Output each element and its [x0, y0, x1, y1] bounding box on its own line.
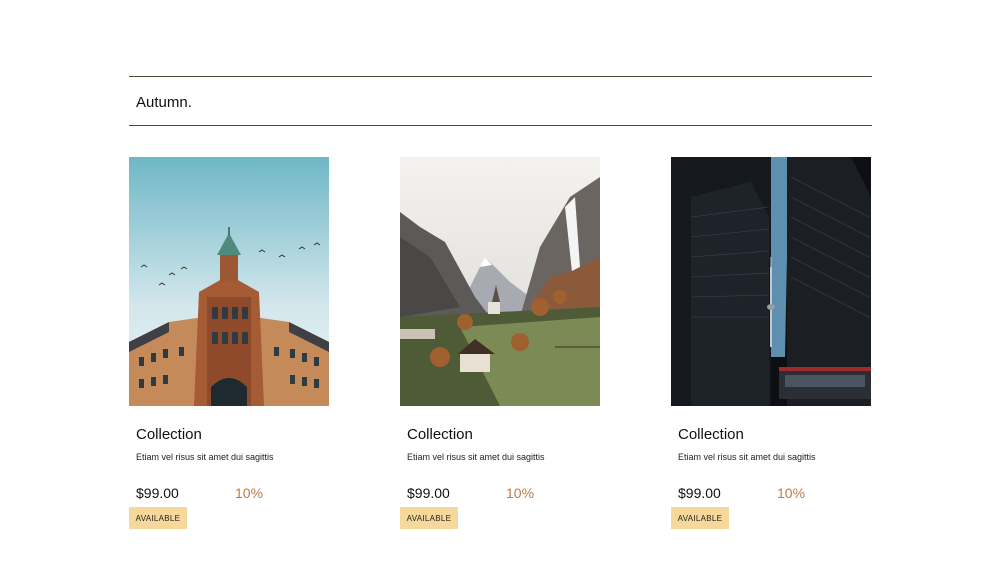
availability-badge: AVAILABLE: [400, 507, 458, 529]
building-photo[interactable]: [129, 157, 329, 406]
product-discount: 10%: [777, 485, 806, 501]
skyscrapers-photo[interactable]: [671, 157, 871, 406]
section-title: Autumn.: [136, 94, 192, 111]
availability-badge: AVAILABLE: [129, 507, 187, 529]
section-divider-top: [129, 76, 872, 77]
section-divider-bottom: [129, 125, 872, 126]
product-description: Etiam vel risus sit amet dui sagittis: [678, 452, 816, 462]
product-price: $99.00: [407, 485, 450, 501]
product-price: $99.00: [136, 485, 179, 501]
product-title[interactable]: Collection: [678, 426, 744, 443]
product-price: $99.00: [678, 485, 721, 501]
product-title[interactable]: Collection: [407, 426, 473, 443]
valley-waterfall-photo[interactable]: [400, 157, 600, 406]
availability-badge: AVAILABLE: [671, 507, 729, 529]
product-description: Etiam vel risus sit amet dui sagittis: [407, 452, 545, 462]
product-discount: 10%: [506, 485, 535, 501]
product-discount: 10%: [235, 485, 264, 501]
product-description: Etiam vel risus sit amet dui sagittis: [136, 452, 274, 462]
product-title[interactable]: Collection: [136, 426, 202, 443]
